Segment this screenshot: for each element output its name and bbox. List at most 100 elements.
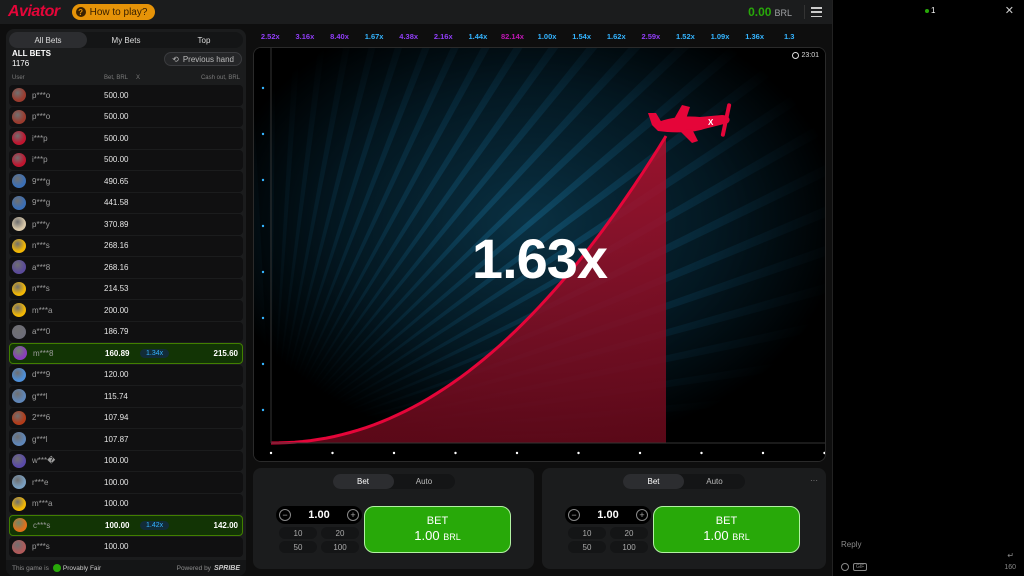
table-row: i***p 500.00 bbox=[9, 149, 243, 170]
table-row: i***p 500.00 bbox=[9, 128, 243, 149]
bet-button[interactable]: BET 1.00 BRL bbox=[364, 506, 511, 553]
close-icon[interactable]: ✕ bbox=[1005, 4, 1014, 17]
avatar bbox=[12, 475, 26, 490]
gif-button[interactable]: GIF bbox=[853, 563, 868, 571]
avatar bbox=[13, 346, 27, 361]
history-multiplier[interactable]: 4.38x bbox=[391, 32, 426, 41]
history-multiplier[interactable]: 1.67x bbox=[357, 32, 392, 41]
row-user: w***� bbox=[32, 456, 56, 466]
table-row: r***e 100.00 bbox=[9, 472, 243, 493]
stake-input[interactable]: 1.00 bbox=[597, 509, 618, 521]
bet-button-amount: 1.00 bbox=[414, 528, 440, 543]
bet-panel-1-tabs: Bet Auto bbox=[332, 474, 455, 489]
row-bet: 490.65 bbox=[104, 176, 129, 186]
row-bet: 100.00 bbox=[105, 520, 130, 530]
send-icon[interactable]: ↵ bbox=[1007, 551, 1014, 560]
history-multiplier[interactable]: 2.52x bbox=[253, 32, 288, 41]
bets-footer: This game is Provably Fair Powered by SP… bbox=[6, 560, 246, 576]
quick-amount-button[interactable]: 10 bbox=[279, 527, 317, 539]
bet-button[interactable]: BET 1.00 BRL bbox=[653, 506, 800, 553]
table-row: n***s 214.53 bbox=[9, 278, 243, 299]
tab-auto[interactable]: Auto bbox=[684, 474, 745, 489]
history-multiplier[interactable]: 8.40x bbox=[322, 32, 357, 41]
how-to-play-button[interactable]: ? How to play? bbox=[71, 4, 156, 20]
row-user: r***e bbox=[32, 477, 49, 487]
plus-icon[interactable]: + bbox=[635, 509, 648, 521]
provably-fair-link[interactable]: Provably Fair bbox=[52, 564, 101, 572]
tab-my-bets[interactable]: My Bets bbox=[87, 32, 165, 48]
bet-button-currency: BRL bbox=[443, 532, 461, 542]
history-multiplier[interactable]: 2.16x bbox=[426, 32, 461, 41]
x-axis-dot bbox=[577, 451, 580, 455]
tab-all-bets[interactable]: All Bets bbox=[9, 32, 87, 48]
quick-amount-button[interactable]: 10 bbox=[568, 527, 606, 539]
x-axis-dot bbox=[761, 451, 765, 455]
table-row: m***8 160.89 1.34x 215.60 bbox=[9, 343, 243, 364]
row-user: i***p bbox=[32, 155, 48, 165]
row-user: p***s bbox=[32, 542, 50, 552]
history-multiplier[interactable]: 1.54x bbox=[564, 32, 599, 41]
table-row: g***l 115.74 bbox=[9, 386, 243, 407]
table-row: p***s 100.00 bbox=[9, 536, 243, 557]
history-multiplier[interactable]: 2.59x bbox=[634, 32, 669, 41]
avatar bbox=[12, 324, 26, 339]
clock-time: 23:01 bbox=[801, 52, 819, 59]
table-row: p***o 500.00 bbox=[9, 85, 243, 106]
history-multiplier[interactable]: 1.00x bbox=[530, 32, 565, 41]
history-multiplier[interactable]: 1.52x bbox=[668, 32, 703, 41]
history-multiplier[interactable]: 82.14x bbox=[495, 32, 530, 41]
plus-icon[interactable]: + bbox=[346, 509, 359, 521]
tab-top[interactable]: Top bbox=[165, 32, 243, 48]
history-multiplier[interactable]: 1.09x bbox=[703, 32, 738, 41]
avatar bbox=[12, 303, 26, 318]
current-multiplier: 1.63x bbox=[471, 227, 608, 290]
previous-hand-label: Previous hand bbox=[182, 54, 234, 64]
quick-amount-button[interactable]: 20 bbox=[610, 527, 648, 539]
bet-button-amount-line: 1.00 BRL bbox=[654, 528, 799, 543]
panel-options-icon[interactable]: ··· bbox=[810, 476, 818, 485]
bets-list: p***o 500.00 p***o 500.00 i***p 500.00 i***p 50… bbox=[9, 85, 243, 558]
balance-amount: 0.00 bbox=[748, 5, 772, 19]
table-row: m***a 200.00 bbox=[9, 300, 243, 321]
previous-hand-button[interactable]: ⟲ Previous hand bbox=[164, 52, 242, 66]
stake-input[interactable]: 1.00 bbox=[308, 509, 329, 521]
quick-amount-button[interactable]: 50 bbox=[279, 541, 317, 553]
chat-panel: 1 ✕ ↵ Reply GIF 160 bbox=[832, 0, 1024, 576]
balance-currency: BRL bbox=[774, 8, 792, 18]
tab-auto[interactable]: Auto bbox=[394, 474, 455, 489]
minus-icon[interactable]: − bbox=[279, 509, 291, 521]
row-bet: 100.00 bbox=[104, 499, 129, 509]
history-multiplier[interactable]: 3.16x bbox=[288, 32, 323, 41]
bet-button-amount: 1.00 bbox=[703, 528, 729, 543]
history-icon: ⟲ bbox=[172, 54, 179, 64]
quick-amount-button[interactable]: 20 bbox=[321, 527, 359, 539]
history-multiplier[interactable]: 1.3 bbox=[772, 32, 807, 41]
avatar bbox=[12, 410, 26, 425]
row-user: i***p bbox=[32, 133, 48, 143]
emoji-icon[interactable] bbox=[841, 563, 849, 571]
quick-amount-button[interactable]: 100 bbox=[321, 541, 359, 553]
hamburger-menu-icon[interactable] bbox=[804, 5, 824, 19]
powered-by-label: Powered by bbox=[176, 564, 211, 572]
history-multiplier[interactable]: 1.36x bbox=[737, 32, 772, 41]
history-multiplier[interactable]: 1.44x bbox=[461, 32, 496, 41]
row-cashout: 142.00 bbox=[213, 520, 238, 530]
tab-bet[interactable]: Bet bbox=[332, 474, 394, 489]
chat-input[interactable]: Reply bbox=[841, 540, 861, 549]
stake-control: − 1.00 + 10 20 50 100 bbox=[276, 506, 362, 560]
quick-amount-button[interactable]: 50 bbox=[568, 541, 606, 553]
x-axis-dot bbox=[331, 451, 334, 455]
quick-amount-button[interactable]: 100 bbox=[610, 541, 648, 553]
avatar bbox=[12, 367, 26, 382]
row-user: 2***6 bbox=[32, 413, 51, 423]
row-multiplier: 1.42x bbox=[140, 520, 170, 530]
history-multiplier[interactable]: 1.62x bbox=[599, 32, 634, 41]
minus-icon[interactable]: − bbox=[568, 509, 580, 521]
tab-bet[interactable]: Bet bbox=[623, 474, 684, 489]
bets-tabs: All Bets My Bets Top bbox=[9, 32, 243, 48]
all-bets-header: ALL BETS 1176 bbox=[12, 49, 51, 68]
bet-panel-2-tabs: Bet Auto bbox=[623, 474, 745, 489]
row-user: g***l bbox=[32, 434, 48, 444]
clock-icon bbox=[792, 52, 800, 59]
row-user: a***0 bbox=[32, 327, 51, 337]
